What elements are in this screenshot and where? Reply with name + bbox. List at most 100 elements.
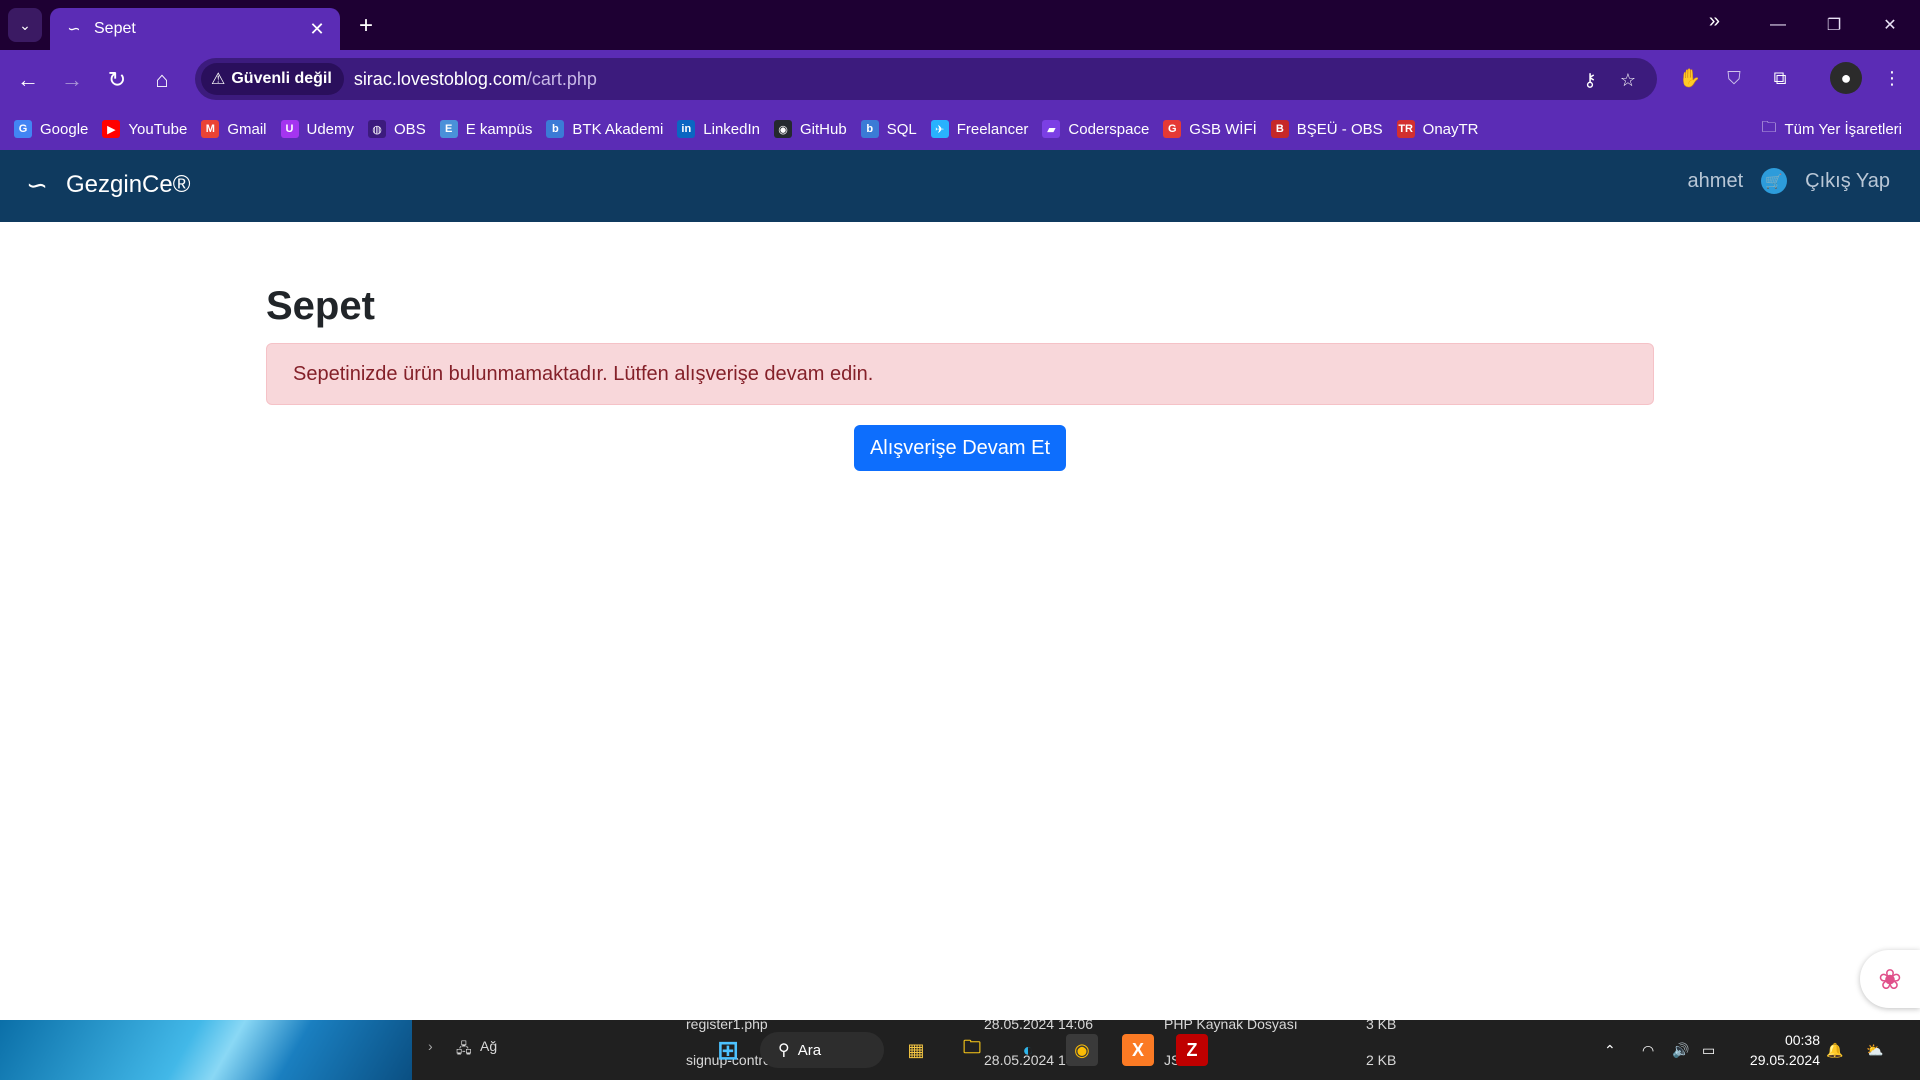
bookmark-label: GSB WİFİ <box>1189 120 1257 138</box>
explorer-network-label[interactable]: Ağ <box>480 1038 497 1054</box>
chrome-browser-icon[interactable]: ◉ <box>1066 1034 1098 1066</box>
bookmark-label: Udemy <box>306 120 355 138</box>
onaytr-icon: TR <box>1396 120 1415 138</box>
url-path: /cart.php <box>526 68 597 89</box>
continue-shopping-button[interactable]: Alışverişe Devam Et <box>853 425 1067 471</box>
gezgince-favicon-icon: ∽ <box>67 21 81 38</box>
browser-menu-kebab-icon[interactable]: ⋮ <box>1876 62 1908 94</box>
bookmark-label: OnayTR <box>1422 120 1479 138</box>
xampp-icon[interactable]: X <box>1122 1034 1154 1066</box>
taskbar-search-label: Ara <box>797 1041 822 1059</box>
bookmark-item[interactable]: G GSB WİFİ <box>1163 120 1257 138</box>
filezilla-icon[interactable]: Z <box>1176 1034 1208 1066</box>
warning-triangle-icon: ⚠ <box>211 71 226 88</box>
volume-icon[interactable]: 🔊 <box>1672 1020 1689 1080</box>
freelancer-icon: ✈ <box>930 120 949 138</box>
gsb-icon: G <box>1163 120 1182 138</box>
ai-assistant-brain-icon[interactable]: ❀ <box>1860 950 1920 1008</box>
bookmark-item[interactable]: b SQL <box>860 120 917 138</box>
home-icon[interactable]: ⌂ <box>144 62 180 98</box>
ekampus-icon: E <box>439 120 458 138</box>
site-brand-name: GezginCe® <box>66 171 191 198</box>
forward-arrow-icon[interactable]: → <box>54 62 90 98</box>
bookmark-item[interactable]: in LinkedIn <box>677 120 760 138</box>
bookmark-label: Google <box>40 120 89 138</box>
back-arrow-icon[interactable]: ← <box>10 62 46 98</box>
address-bar[interactable]: ⚠ Güvenli değil sirac.lovestoblog.com/ca… <box>195 58 1657 100</box>
windows-start-icon[interactable]: ⊞ <box>712 1034 744 1066</box>
tab-search-chevron-icon[interactable]: ⌄ <box>8 8 42 42</box>
profile-avatar[interactable]: ● <box>1830 62 1862 94</box>
notification-bell-icon[interactable]: 🔔 <box>1826 1020 1843 1080</box>
site-security-chip[interactable]: ⚠ Güvenli değil <box>201 63 344 95</box>
battery-icon[interactable]: ▭ <box>1702 1020 1715 1080</box>
bookmark-item[interactable]: M Gmail <box>201 120 267 138</box>
bookmarks-divider <box>1738 10 1740 32</box>
cart-icon[interactable]: 🛒 <box>1761 168 1788 194</box>
widgets-weather-icon[interactable]: ⛅ <box>1866 1020 1883 1080</box>
empty-cart-alert: Sepetinizde ürün bulunmamaktadır. Lütfen… <box>266 343 1654 405</box>
page-title: Sepet <box>266 284 375 328</box>
coderspace-icon: ▰ <box>1042 120 1061 138</box>
bookmark-item[interactable]: ▶ YouTube <box>102 120 187 138</box>
file-explorer-window-fragment: › 🖧 Ağ register1.php 28.05.2024 14:06 PH… <box>412 1020 1920 1080</box>
bookmark-item[interactable]: TR OnayTR <box>1396 120 1479 138</box>
bookmark-item[interactable]: B BŞEÜ - OBS <box>1270 120 1383 138</box>
restore-window-icon[interactable]: ❐ <box>1814 8 1854 42</box>
browser-tab-active[interactable]: ∽ Sepet ✕ <box>50 8 340 50</box>
clock-date: 29.05.2024 <box>1749 1052 1820 1068</box>
bookmark-label: Freelancer <box>956 120 1029 138</box>
linkedin-icon: in <box>677 120 696 138</box>
navbar-user-area: ahmet 🛒 Çıkış Yap <box>1688 168 1890 194</box>
site-brand-link[interactable]: ∽ GezginCe® <box>20 168 190 202</box>
google-icon: G <box>14 120 32 138</box>
url-host: sirac.lovestoblog.com <box>353 68 527 89</box>
bookmark-item[interactable]: ✈ Freelancer <box>930 120 1029 138</box>
bookmark-item[interactable]: U Udemy <box>280 120 355 138</box>
logout-link[interactable]: Çıkış Yap <box>1805 170 1890 193</box>
minimize-window-icon[interactable]: — <box>1758 8 1798 42</box>
udemy-icon: U <box>280 120 299 138</box>
new-tab-button[interactable]: + <box>352 12 380 40</box>
bookmark-item[interactable]: G Google <box>14 120 88 138</box>
bookmark-item[interactable]: ◉ GitHub <box>774 120 847 138</box>
clock-time: 00:38 <box>1784 1032 1820 1048</box>
more-bookmarks-chevron-icon[interactable]: » <box>1709 0 1720 42</box>
nav-username-link[interactable]: ahmet <box>1688 170 1744 193</box>
close-window-icon[interactable]: ✕ <box>1870 8 1910 42</box>
show-hidden-icons-chevron-icon[interactable]: ⌃ <box>1604 1020 1616 1080</box>
globe-icon: ◍ <box>368 120 387 138</box>
browser-tab-strip: ⌄ ∽ Sepet ✕ + — ❐ ✕ <box>0 0 1920 50</box>
expand-chevron-icon[interactable]: › <box>428 1038 433 1054</box>
microsoft-store-icon[interactable]: ▦ <box>900 1034 932 1066</box>
edge-browser-icon[interactable]: ◐ <box>1012 1034 1044 1066</box>
shield-extension-icon[interactable]: ⛉ <box>1718 62 1750 94</box>
sql-icon: b <box>860 120 879 138</box>
site-navbar: ∽ GezginCe® ahmet 🛒 Çıkış Yap <box>0 150 1920 222</box>
wifi-icon[interactable]: ◠ <box>1642 1020 1654 1080</box>
bookmark-item[interactable]: b BTK Akademi <box>546 120 663 138</box>
password-key-icon[interactable]: ⚷ <box>1577 67 1603 93</box>
bookmark-star-icon[interactable]: ☆ <box>1615 67 1641 93</box>
bookmark-item[interactable]: E E kampüs <box>439 120 533 138</box>
gmail-icon: M <box>201 120 220 138</box>
bookmark-label: OBS <box>394 120 426 138</box>
url-text[interactable]: sirac.lovestoblog.com/cart.php <box>354 69 597 90</box>
close-tab-icon[interactable]: ✕ <box>306 18 328 40</box>
reload-icon[interactable]: ↻ <box>99 62 135 98</box>
all-bookmarks-folder[interactable]: 🗀 Tüm Yer İşaretleri <box>1761 108 1902 150</box>
btk-icon: b <box>546 120 565 138</box>
file1-name[interactable]: register1.php <box>686 1020 768 1032</box>
all-bookmarks-label: Tüm Yer İşaretleri <box>1784 120 1902 138</box>
bseu-icon: B <box>1270 120 1289 138</box>
adblock-extension-icon[interactable]: ✋ <box>1674 62 1706 94</box>
bookmark-item[interactable]: ▰ Coderspace <box>1042 120 1149 138</box>
taskbar-search-box[interactable]: ⚲ Ara <box>760 1032 884 1068</box>
extensions-puzzle-icon[interactable]: ⧉ <box>1764 62 1796 94</box>
bookmark-item[interactable]: ◍ OBS <box>368 120 426 138</box>
bookmark-label: BŞEÜ - OBS <box>1296 120 1383 138</box>
bookmark-label: E kampüs <box>465 120 533 138</box>
desktop-wallpaper <box>0 1020 412 1080</box>
file-explorer-icon[interactable]: 🗀 <box>956 1034 988 1066</box>
taskbar-clock[interactable]: 00:38 29.05.2024 <box>1750 1030 1820 1070</box>
